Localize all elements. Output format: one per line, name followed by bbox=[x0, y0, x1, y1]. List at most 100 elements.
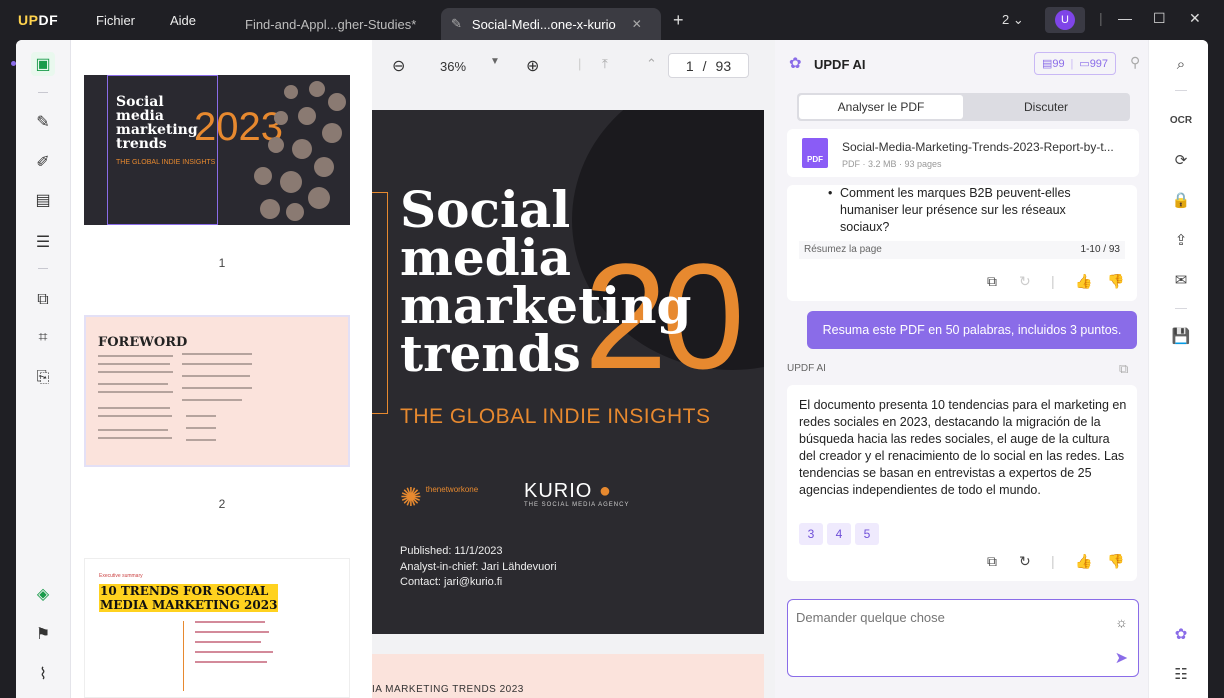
thumbnail-page-2[interactable]: FOREWORD bbox=[84, 315, 350, 467]
convert-pdf-icon[interactable]: ⟳ bbox=[1171, 150, 1191, 170]
file-name: Social-Media-Marketing-Trends-2023-Repor… bbox=[842, 140, 1114, 154]
zoom-level[interactable]: 36% bbox=[440, 59, 466, 74]
response-actions: ⧉ ↻ | 👍 👎 bbox=[787, 553, 1137, 573]
summary-source: Résumez la page 1-10 / 93 bbox=[799, 241, 1125, 259]
ai-panel-title: UPDF AI bbox=[814, 57, 866, 72]
ai-response-card: El documento presenta 10 tendencias para… bbox=[787, 385, 1137, 581]
thumbs-down-icon[interactable]: 👎 bbox=[1107, 553, 1124, 570]
regenerate-icon[interactable]: ↻ bbox=[1019, 553, 1031, 570]
ocr-icon[interactable]: OCR bbox=[1170, 110, 1192, 130]
file-info: PDF · 3.2 MB · 93 pages bbox=[842, 159, 942, 169]
convert-icon[interactable]: ⧉ bbox=[31, 288, 55, 312]
ai-mode-switch: Analyser le PDF Discuter bbox=[797, 93, 1130, 121]
open-external-icon[interactable]: ⧉ bbox=[987, 553, 997, 570]
send-icon[interactable]: ➤ bbox=[1115, 648, 1128, 668]
zoom-in-icon[interactable]: ⊕ bbox=[526, 56, 539, 76]
ai-quota[interactable]: ▤99 | ▭997 bbox=[1034, 52, 1116, 75]
viewer-toolbar: ⊖ 36% ▼ ⊕ | ⤒ ⌃ 1 / 93 bbox=[372, 40, 775, 90]
cover-title: Social media marketing trends bbox=[400, 180, 692, 383]
chevron-down-icon: ⌄ bbox=[1012, 12, 1024, 27]
ai-sender-label: UPDF AI bbox=[787, 363, 826, 374]
zoom-dropdown-icon[interactable]: ▼ bbox=[490, 56, 500, 67]
chat-icon: ▭ bbox=[1079, 58, 1090, 70]
ask-input[interactable] bbox=[796, 610, 1096, 625]
reader-mode-icon[interactable]: ▣ bbox=[31, 52, 55, 76]
window-count[interactable]: 2 ⌄ bbox=[1002, 12, 1024, 28]
share-icon[interactable]: ⇪ bbox=[1171, 230, 1191, 250]
tab-social-media[interactable]: ✎ Social-Medi...one-x-kurio ✕ bbox=[441, 8, 661, 40]
thumbnail-number: 2 bbox=[218, 497, 226, 511]
prompt-ideas-icon[interactable]: ☼ bbox=[1115, 614, 1128, 630]
cover-metadata: Published: 11/1/2023 Analyst-in-chief: J… bbox=[400, 545, 557, 588]
stamp-icon[interactable]: ⎘ bbox=[31, 366, 55, 390]
thumbnail-number: 1 bbox=[218, 256, 226, 270]
response-actions: ⧉ ↻ | 👍 👎 bbox=[787, 273, 1137, 293]
minimize-icon[interactable]: — bbox=[1118, 10, 1132, 26]
regenerate-icon[interactable]: ↻ bbox=[1019, 273, 1031, 290]
portrait-grid-image bbox=[254, 75, 350, 225]
pin-icon[interactable]: ⚲ bbox=[1130, 54, 1140, 71]
copy-icon[interactable]: ⧉ bbox=[1119, 361, 1128, 377]
thumb-heading: 10 TRENDS FOR SOCIAL MEDIA MARKETING 202… bbox=[99, 584, 279, 612]
reference-chip[interactable]: 4 bbox=[827, 523, 851, 545]
layers-icon[interactable]: ◈ bbox=[31, 582, 55, 606]
kurio-logo: KURIO ● bbox=[524, 480, 612, 502]
reference-chip[interactable]: 3 bbox=[799, 523, 823, 545]
open-external-icon[interactable]: ⧉ bbox=[987, 273, 997, 290]
add-tab-button[interactable]: + bbox=[673, 10, 684, 31]
comments-icon[interactable]: ☷ bbox=[1171, 664, 1191, 684]
thumbs-up-icon[interactable]: 👍 bbox=[1075, 273, 1092, 290]
close-tab-icon[interactable]: ✕ bbox=[632, 17, 642, 31]
edit-pdf-icon[interactable]: ✐ bbox=[31, 150, 55, 174]
email-icon[interactable]: ✉ bbox=[1171, 270, 1191, 290]
maximize-icon[interactable]: ☐ bbox=[1153, 10, 1166, 27]
pdf-file-icon: PDF bbox=[802, 138, 828, 168]
total-pages: 93 bbox=[715, 57, 732, 74]
close-window-icon[interactable]: ✕ bbox=[1189, 10, 1201, 27]
thumb-heading: FOREWORD bbox=[98, 335, 188, 350]
thumbnail-panel: Social media marketing trends 2023 THE G… bbox=[72, 40, 372, 698]
tab-find-and-apply[interactable]: Find-and-Appl...gher-Studies* bbox=[235, 8, 435, 40]
page-2-preview: IA MARKETING TRENDS 2023 bbox=[372, 654, 764, 698]
organize-pages-icon[interactable]: ▤ bbox=[31, 188, 55, 212]
previous-page-icon[interactable]: ⌃ bbox=[646, 56, 657, 72]
divider: | bbox=[1051, 273, 1055, 289]
menu-file[interactable]: Fichier bbox=[96, 13, 135, 28]
thumbs-down-icon[interactable]: 👎 bbox=[1107, 273, 1124, 290]
divider: | bbox=[578, 56, 582, 71]
thumbs-up-icon[interactable]: 👍 bbox=[1075, 553, 1092, 570]
protect-icon[interactable]: 🔒 bbox=[1171, 190, 1191, 210]
pdf-viewer: ⊖ 36% ▼ ⊕ | ⤒ ⌃ 1 / 93 20 Social media m… bbox=[372, 40, 775, 698]
search-icon[interactable]: ⌕ bbox=[1171, 54, 1191, 74]
bookmark-icon[interactable]: ⚑ bbox=[31, 622, 55, 646]
tab-analyze-pdf[interactable]: Analyser le PDF bbox=[799, 95, 963, 119]
current-page-input[interactable]: 1 bbox=[686, 58, 694, 74]
divider bbox=[38, 92, 48, 93]
tab-chat[interactable]: Discuter bbox=[964, 95, 1128, 119]
crop-icon[interactable]: ⌗ bbox=[31, 326, 55, 350]
previous-bullet: • Comment les marques B2B peuvent-elles h… bbox=[828, 186, 1071, 234]
document-icon: ✎ bbox=[451, 16, 462, 31]
zoom-out-icon[interactable]: ⊖ bbox=[392, 56, 405, 76]
save-icon[interactable]: 💾 bbox=[1171, 326, 1191, 346]
form-icon[interactable]: ☰ bbox=[31, 230, 55, 254]
thumbnail-page-3[interactable]: Executive summary 10 TRENDS FOR SOCIAL M… bbox=[84, 558, 350, 698]
divider: | bbox=[1051, 553, 1055, 569]
first-page-icon[interactable]: ⤒ bbox=[602, 56, 608, 72]
ask-box: ☼ ➤ bbox=[787, 599, 1139, 677]
updf-ai-icon[interactable]: ✿ bbox=[1171, 624, 1191, 644]
reference-chip[interactable]: 5 bbox=[855, 523, 879, 545]
menu-help[interactable]: Aide bbox=[170, 13, 196, 28]
divider bbox=[183, 621, 184, 691]
attachment-icon[interactable]: ⌇ bbox=[31, 662, 55, 686]
thumbnail-page-1[interactable]: Social media marketing trends 2023 THE G… bbox=[84, 75, 350, 225]
title-bar: UPDF Fichier Aide Find-and-Appl...gher-S… bbox=[0, 0, 1224, 40]
page-navigator[interactable]: 1 / 93 bbox=[668, 53, 749, 78]
right-toolbar: ⌕ OCR ⟳ 🔒 ⇪ ✉ 💾 ✿ ☷ bbox=[1148, 40, 1208, 698]
user-avatar[interactable]: U bbox=[1045, 7, 1085, 33]
left-toolbar: ▣ ✎ ✐ ▤ ☰ ⧉ ⌗ ⎘ ◈ ⚑ ⌇ bbox=[16, 40, 71, 698]
divider bbox=[38, 268, 48, 269]
updf-ai-icon: ✿ bbox=[789, 55, 802, 72]
document-icon: ▤ bbox=[1041, 58, 1053, 70]
comment-icon[interactable]: ✎ bbox=[31, 110, 55, 134]
